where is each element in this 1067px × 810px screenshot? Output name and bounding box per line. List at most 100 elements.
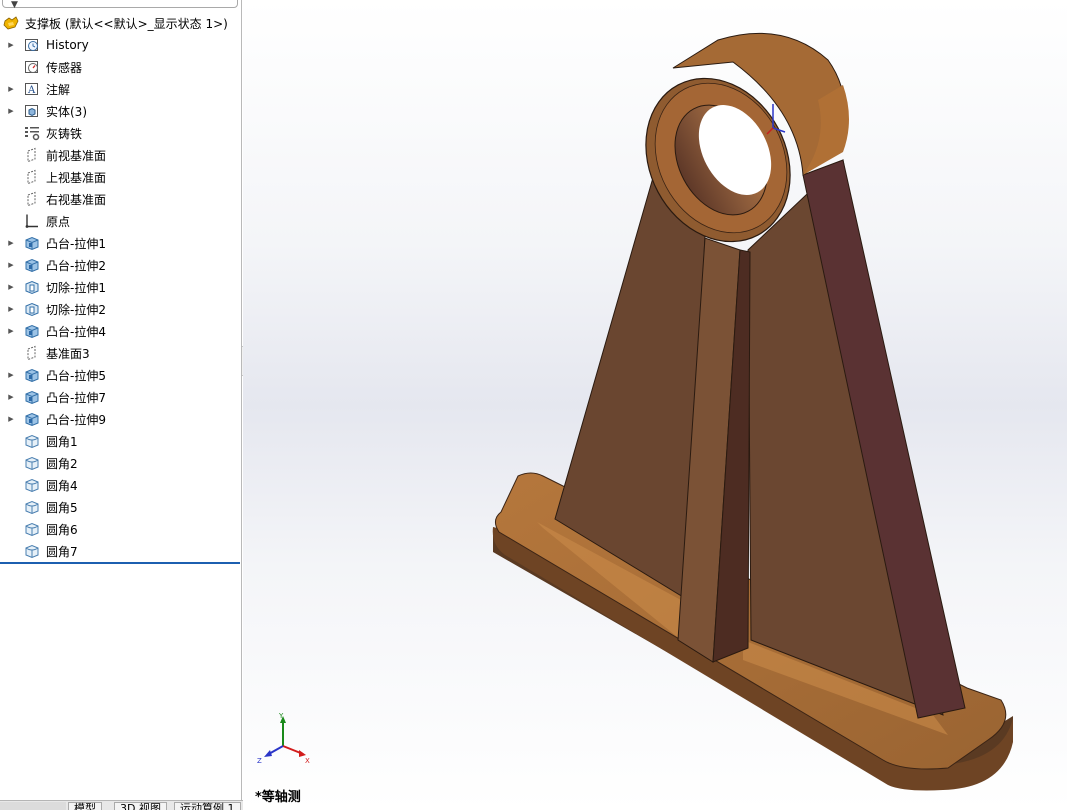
view-orientation-label: *等轴测 (255, 790, 301, 805)
tree-item[interactable]: ▶圆角2 (0, 452, 241, 474)
boss-extrude-icon (24, 235, 40, 251)
tree-filter-box[interactable]: ▼ (2, 0, 238, 10)
expand-arrow-icon[interactable]: ▶ (7, 239, 15, 247)
fillet-icon (24, 477, 40, 493)
filter-icon[interactable]: ▼ (11, 0, 18, 10)
tree-item-label: 基准面3 (46, 346, 90, 361)
tree-item-label: 凸台-拉伸5 (46, 368, 106, 383)
tab-3d-views[interactable]: 3D 视图 (114, 802, 167, 810)
plane-icon (24, 147, 40, 163)
tree-item[interactable]: ▶圆角4 (0, 474, 241, 496)
boss-extrude-icon (24, 257, 40, 273)
svg-text:A: A (27, 85, 36, 96)
tree-item[interactable]: ▶ 实体(3) (0, 100, 241, 122)
triad-z-label: Z (257, 757, 262, 765)
tree-item-label: 原点 (46, 214, 71, 229)
expand-arrow-icon[interactable]: ▶ (7, 261, 15, 269)
tree-item-label: 圆角4 (46, 478, 78, 493)
expand-arrow-icon[interactable]: ▶ (7, 283, 15, 291)
expand-arrow-icon[interactable]: ▶ (7, 371, 15, 379)
plane-icon (24, 169, 40, 185)
tree-item-label: 凸台-拉伸1 (46, 236, 106, 251)
expand-arrow-icon[interactable]: ▶ (7, 107, 15, 115)
tree-item-label: 圆角5 (46, 500, 78, 515)
expand-arrow-icon[interactable]: ▶ (7, 415, 15, 423)
tree-item[interactable]: ▶ 凸台-拉伸9 (0, 408, 241, 430)
graphics-viewport[interactable]: Y X Z *等轴测 (243, 0, 1067, 810)
tree-item[interactable]: ▶上视基准面 (0, 166, 241, 188)
tree-item[interactable]: ▶ 凸台-拉伸2 (0, 254, 241, 276)
tree-item-label: 实体(3) (46, 104, 87, 119)
tree-item[interactable]: ▶传感器 (0, 56, 241, 78)
tree-item[interactable]: ▶前视基准面 (0, 144, 241, 166)
expand-arrow-icon[interactable]: ▶ (7, 327, 15, 335)
tab-scroll-arrows[interactable] (0, 802, 66, 810)
origin-icon (24, 213, 40, 229)
tree-item-label: 灰铸铁 (46, 126, 83, 141)
tree-item[interactable]: ▶ 凸台-拉伸7 (0, 386, 241, 408)
rollback-bar[interactable] (0, 562, 240, 564)
boss-extrude-icon (24, 389, 40, 405)
tree-item[interactable]: ▶圆角1 (0, 430, 241, 452)
boss-extrude-icon (24, 323, 40, 339)
tree-item[interactable]: ▶圆角6 (0, 518, 241, 540)
expand-arrow-icon[interactable]: ▶ (7, 305, 15, 313)
tree-item-label: 上视基准面 (46, 170, 107, 185)
tree-item[interactable]: ▶原点 (0, 210, 241, 232)
tree-item-label: 凸台-拉伸2 (46, 258, 106, 273)
tree-item[interactable]: ▶ 切除-拉伸1 (0, 276, 241, 298)
tree-item[interactable]: ▶ 凸台-拉伸4 (0, 320, 241, 342)
tree-item[interactable]: ▶圆角5 (0, 496, 241, 518)
tree-item-label: 前视基准面 (46, 148, 107, 163)
support-plate-model[interactable] (243, 0, 1067, 810)
tree-root-label: 支撑板 (默认<<默认>_显示状态 1>) (25, 16, 228, 31)
cut-extrude-icon (24, 279, 40, 295)
tree-item-label: 圆角1 (46, 434, 78, 449)
tree-item-label: 右视基准面 (46, 192, 107, 207)
tree-item-label: 圆角6 (46, 522, 78, 537)
tab-model[interactable]: 模型 (68, 802, 102, 810)
tree-item-label: 传感器 (46, 60, 83, 75)
tree-item[interactable]: ▶ 凸台-拉伸1 (0, 232, 241, 254)
fillet-icon (24, 433, 40, 449)
tree-item-label: 圆角2 (46, 456, 78, 471)
tree-item-label: History (46, 38, 89, 52)
tree-root-part[interactable]: 支撑板 (默认<<默认>_显示状态 1>) (0, 12, 241, 34)
sensor-icon (24, 59, 40, 75)
fillet-icon (24, 521, 40, 537)
tree-item[interactable]: ▶ 切除-拉伸2 (0, 298, 241, 320)
tree-item[interactable]: ▶圆角7 (0, 540, 241, 562)
tree-item[interactable]: ▶ 凸台-拉伸5 (0, 364, 241, 386)
triad-y-label: Y (278, 712, 284, 720)
tree-item[interactable]: ▶右视基准面 (0, 188, 241, 210)
fillet-icon (24, 543, 40, 559)
tree-item[interactable]: ▶基准面3 (0, 342, 241, 364)
annotations-icon: A (24, 81, 40, 97)
tree-item-label: 凸台-拉伸9 (46, 412, 106, 427)
tree-item[interactable]: ▶ History (0, 34, 241, 56)
bottom-tab-bar: 模型 3D 视图 运动算例 1 (0, 800, 243, 810)
plane-icon (24, 191, 40, 207)
boss-extrude-icon (24, 367, 40, 383)
history-icon (24, 37, 40, 53)
material-icon (24, 125, 40, 141)
feature-manager-tree: ▼ 支撑板 (默认<<默认>_显示状态 1>) ▶History▶传感器▶A注解… (0, 0, 242, 800)
expand-arrow-icon[interactable]: ▶ (7, 41, 15, 49)
tree-item-label: 凸台-拉伸7 (46, 390, 106, 405)
expand-arrow-icon[interactable]: ▶ (7, 393, 15, 401)
tree-item-label: 注解 (46, 82, 71, 97)
fillet-icon (24, 455, 40, 471)
expand-arrow-icon[interactable]: ▶ (7, 85, 15, 93)
coordinate-triad: Y X Z (255, 710, 315, 770)
fillet-icon (24, 499, 40, 515)
tree-item[interactable]: ▶灰铸铁 (0, 122, 241, 144)
tree-item[interactable]: ▶ A 注解 (0, 78, 241, 100)
triad-x-label: X (305, 757, 310, 765)
boss-extrude-icon (24, 411, 40, 427)
plane-icon (24, 345, 40, 361)
tree-item-label: 切除-拉伸2 (46, 302, 106, 317)
tree-item-label: 圆角7 (46, 544, 78, 559)
cut-extrude-icon (24, 301, 40, 317)
tree-item-label: 凸台-拉伸4 (46, 324, 106, 339)
tab-motion-study[interactable]: 运动算例 1 (174, 802, 241, 810)
